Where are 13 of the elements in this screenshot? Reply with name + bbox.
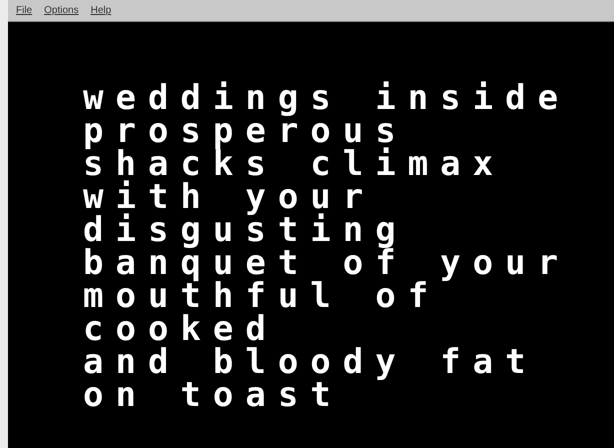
text-line: cooked	[83, 313, 278, 346]
text-line: on toast	[83, 379, 343, 412]
menu-item[interactable]: Help	[90, 3, 112, 18]
text-line: weddings inside	[83, 82, 572, 115]
text-line: banquet of your	[83, 247, 572, 280]
menu-item[interactable]: File	[16, 3, 32, 18]
text-line: prosperous	[83, 115, 408, 148]
text-line: shacks climax	[83, 148, 506, 181]
text-line: and bloody fat	[83, 346, 539, 379]
text-line: mouthful of	[83, 280, 441, 313]
menu-item[interactable]: Options	[44, 3, 79, 18]
text-line: disgusting	[83, 214, 409, 247]
text-line: with your	[83, 181, 376, 214]
